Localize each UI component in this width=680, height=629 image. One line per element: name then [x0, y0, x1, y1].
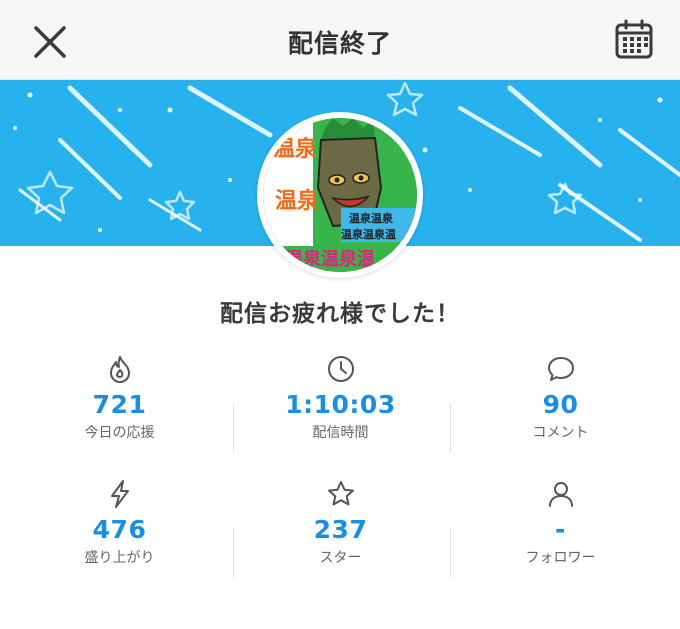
avatar-image: 温泉 温泉 温泉温泉 温泉温泉温 温泉温泉温 — [263, 118, 417, 272]
stat-cheers: 721 今日の応援 — [6, 354, 233, 442]
avatar-text-2: 温泉 — [275, 188, 320, 214]
stat-followers-label: フォロワー — [525, 550, 596, 566]
person-icon — [546, 479, 576, 509]
stat-cheers-value: 721 — [92, 390, 147, 419]
divider — [450, 403, 451, 453]
stat-stars-value: 237 — [313, 515, 368, 544]
top-bar: 配信終了 — [0, 0, 680, 80]
avatar-text-3: 温泉温泉 — [349, 211, 394, 225]
flame-icon — [105, 354, 135, 384]
calendar-icon[interactable] — [612, 18, 656, 62]
stat-excitement-value: 476 — [92, 515, 147, 544]
stat-duration-value: 1:10:03 — [285, 390, 396, 419]
stat-excitement: 476 盛り上がり — [6, 479, 233, 567]
stat-duration: 1:10:03 配信時間 — [227, 354, 454, 442]
stat-excitement-label: 盛り上がり — [84, 550, 155, 566]
stat-comments-value: 90 — [542, 390, 579, 419]
page-title: 配信終了 — [287, 29, 392, 58]
divider — [450, 528, 451, 578]
stat-stars-label: スター — [319, 550, 362, 566]
avatar-text-1: 温泉 — [273, 136, 318, 162]
divider — [233, 403, 234, 453]
stat-cheers-label: 今日の応援 — [84, 425, 155, 441]
speech-bubble-icon — [546, 354, 576, 384]
stat-comments: 90 コメント — [447, 354, 674, 442]
stat-stars: 237 スター — [227, 479, 454, 567]
avatar[interactable]: 温泉 温泉 温泉温泉 温泉温泉温 温泉温泉温 — [257, 112, 423, 278]
thanks-message: 配信お疲れ様でした！ — [220, 301, 460, 327]
star-icon — [326, 479, 356, 509]
lightning-icon — [105, 479, 135, 509]
avatar-text-5: 温泉温泉温 — [285, 248, 375, 270]
clock-icon — [326, 354, 356, 384]
stat-followers: - フォロワー — [447, 479, 674, 567]
divider — [233, 528, 234, 578]
stat-duration-label: 配信時間 — [312, 425, 369, 441]
stat-comments-label: コメント — [532, 425, 589, 441]
stat-followers-value: - — [555, 515, 566, 544]
avatar-text-4: 温泉温泉温 — [341, 227, 396, 241]
